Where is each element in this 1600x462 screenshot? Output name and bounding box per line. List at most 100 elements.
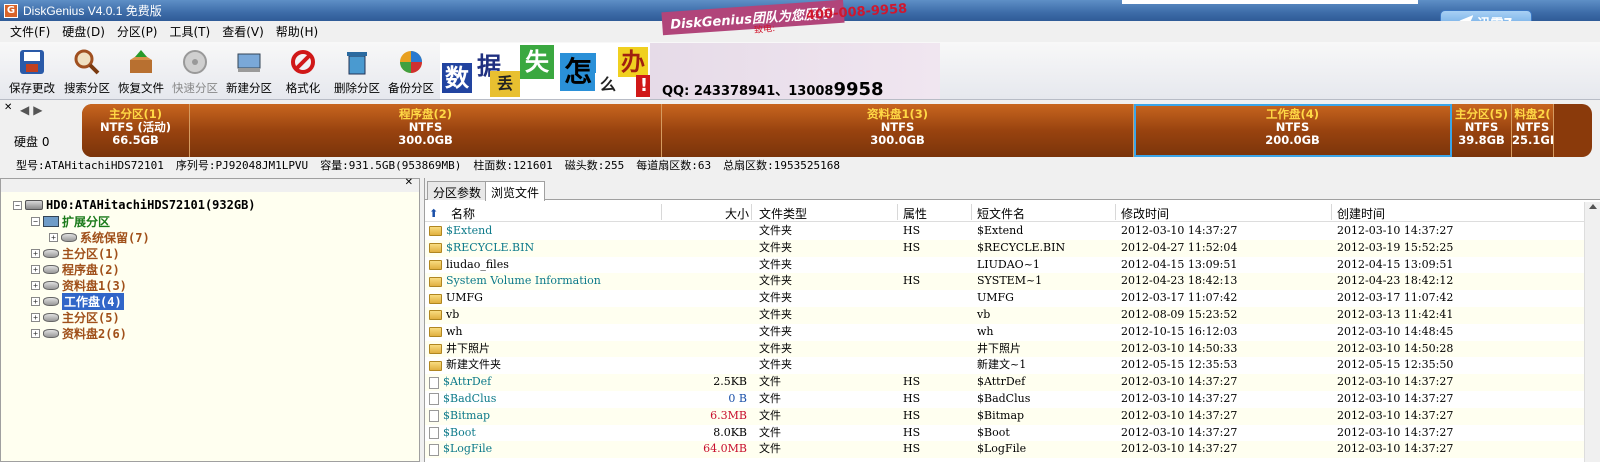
vertical-scrollbar[interactable] <box>1584 202 1600 462</box>
menu-file[interactable]: 文件(F) <box>4 23 56 40</box>
file-attr: HS <box>903 408 921 422</box>
col-modified[interactable]: 修改时间 <box>1121 205 1169 222</box>
file-name: liudao_files <box>446 257 509 271</box>
disk-nav-arrows[interactable]: ◀▶ <box>20 103 46 117</box>
close-icon[interactable]: ✕ <box>4 102 12 113</box>
file-short-name: $Bitmap <box>977 408 1025 422</box>
expand-icon[interactable]: + <box>31 296 40 306</box>
menu-disk[interactable]: 硬盘(D) <box>56 23 111 40</box>
file-icon <box>429 443 439 456</box>
tree-root-disk[interactable]: − HD0:ATAHitachiHDS72101(932GB) <box>13 197 256 213</box>
menu-view[interactable]: 查看(V) <box>216 23 270 40</box>
menu-partition[interactable]: 分区(P) <box>111 23 164 40</box>
table-row[interactable]: UMFG 文件夹 UMFG 2012-03-17 11:07:42 2012-03-17… <box>425 290 1585 307</box>
save-changes-button[interactable]: 保存更改 <box>5 45 59 97</box>
partition-block-selected[interactable]: 工作盘(4) NTFS 200.0GB <box>1134 104 1452 157</box>
col-size[interactable]: 大小 <box>725 205 749 222</box>
menu-tools[interactable]: 工具(T) <box>164 23 217 40</box>
expand-icon[interactable]: + <box>31 264 40 274</box>
file-name: $Boot <box>443 425 476 439</box>
tab-partition-params[interactable]: 分区参数 <box>427 181 488 200</box>
file-type: 文件 <box>759 442 781 456</box>
expand-icon[interactable]: + <box>49 232 58 242</box>
new-partition-button[interactable]: 新建分区 <box>222 45 276 97</box>
tab-browse-files[interactable]: 浏览文件 <box>485 181 546 201</box>
file-created: 2012-03-10 14:37:27 <box>1337 425 1454 439</box>
table-row[interactable]: $LogFile 64.0MB 文件 HS $LogFile 2012-03-10 14:… <box>425 441 1585 459</box>
recover-files-button[interactable]: 恢复文件 <box>114 45 168 97</box>
file-attr: HS <box>903 392 921 405</box>
table-row[interactable]: $AttrDef 2.5KB 文件 HS $AttrDef 2012-03-10 14:3… <box>425 374 1585 391</box>
table-row[interactable]: vb 文件夹 vb 2012-08-09 15:23:52 2012-03-13 11:… <box>425 307 1585 324</box>
close-icon[interactable]: ✕ <box>405 177 413 188</box>
table-row[interactable]: $RECYCLE.BIN 文件夹 HS $RECYCLE.BIN 2012-04-27 … <box>425 239 1585 257</box>
col-created[interactable]: 创建时间 <box>1337 205 1385 222</box>
file-name: $Bitmap <box>443 408 491 422</box>
table-row[interactable]: $Extend 文件夹 HS $Extend 2012-03-10 14:37:27 20… <box>425 223 1585 240</box>
window-title: DiskGenius V4.0.1 免费版 <box>23 4 162 18</box>
partition-icon <box>61 232 77 242</box>
tree-node-partition[interactable]: + 程序盘(2) <box>31 261 120 277</box>
col-attr[interactable]: 属性 <box>903 205 927 222</box>
info-capacity: 容量:931.5GB(953869MB) <box>320 159 462 172</box>
file-short-name: $Extend <box>977 224 1024 237</box>
format-button[interactable]: 格式化 <box>276 45 330 97</box>
expand-icon[interactable]: + <box>31 312 40 322</box>
col-type[interactable]: 文件类型 <box>759 205 807 222</box>
up-folder-icon[interactable]: ⬆ <box>429 207 438 220</box>
delete-partition-button[interactable]: 删除分区 <box>330 45 384 97</box>
format-icon <box>288 47 318 77</box>
file-created: 2012-04-23 18:42:12 <box>1337 274 1454 288</box>
scroll-up-icon[interactable] <box>1589 204 1597 209</box>
info-serial: 序列号:PJ92048JM1LPVU <box>175 159 309 172</box>
partition-block[interactable]: 主分区(5) NTFS 39.8GB <box>1452 104 1512 157</box>
new-partition-icon <box>234 47 264 77</box>
menu-help[interactable]: 帮助(H) <box>270 23 324 40</box>
folder-icon <box>429 343 442 354</box>
tree-node-partition-selected[interactable]: + 工作盘(4) <box>31 292 124 310</box>
partition-block[interactable]: 程序盘(2) NTFS 300.0GB <box>190 104 662 157</box>
tree-node-extended[interactable]: − 扩展分区 <box>31 213 110 229</box>
tree-node-partition[interactable]: + 主分区(1) <box>31 245 120 261</box>
tree-node-partition[interactable]: + 资料盘2(6) <box>31 325 127 341</box>
file-type: 文件 <box>759 375 781 389</box>
file-created: 2012-03-10 14:37:27 <box>1337 224 1454 237</box>
collapse-icon[interactable]: − <box>13 200 22 210</box>
tree-node-partition[interactable]: + 资料盘1(3) <box>31 277 127 293</box>
info-model: 型号:ATAHitachiHDS72101 <box>16 159 164 172</box>
tab-strip: 分区参数 浏览文件 <box>425 178 1600 201</box>
save-icon <box>17 47 47 77</box>
quick-partition-button[interactable]: 快速分区 <box>168 45 222 97</box>
tree-node-partition[interactable]: + 主分区(5) <box>31 309 120 325</box>
file-type: 文件 <box>759 392 781 405</box>
partition-block[interactable]: 资料盘1(3) NTFS 300.0GB <box>662 104 1134 157</box>
partition-block[interactable]: 料盘2( NTFS 25.1GI <box>1512 104 1554 157</box>
expand-icon[interactable]: + <box>31 280 40 290</box>
table-row[interactable]: liudao_files 文件夹 LIUDAO~1 2012-04-15 13:09:… <box>425 256 1585 274</box>
partition-block[interactable]: 主分区(1) NTFS (活动) 66.5GB <box>82 104 190 157</box>
file-created: 2012-03-10 14:50:28 <box>1337 341 1454 355</box>
table-row[interactable]: System Volume Information 文件夹 HS SYSTEM~1 20… <box>425 273 1585 291</box>
folder-icon <box>429 360 442 371</box>
expand-icon[interactable]: + <box>31 248 40 258</box>
table-row[interactable]: $Bitmap 6.3MB 文件 HS $Bitmap 2012-03-10 14:37:… <box>425 407 1585 425</box>
folder-icon <box>429 276 442 287</box>
file-modified: 2012-03-10 14:37:27 <box>1121 425 1238 439</box>
expand-icon[interactable]: + <box>31 328 40 338</box>
file-modified: 2012-03-10 14:37:27 <box>1121 392 1238 405</box>
search-partition-button[interactable]: 搜索分区 <box>60 45 114 97</box>
table-row[interactable]: $BadClus 0 B 文件 HS $BadClus 2012-03-10 14:37:… <box>425 391 1585 408</box>
table-row[interactable]: 井下照片 文件夹 井下照片 2012-03-10 14:50:33 2012-03-10… <box>425 340 1585 358</box>
folder-icon <box>429 310 442 321</box>
backup-partition-button[interactable]: 备份分区 <box>384 45 438 97</box>
col-name[interactable]: 名称 <box>451 205 475 222</box>
file-created: 2012-05-15 12:35:50 <box>1337 358 1454 372</box>
table-row[interactable]: wh 文件夹 wh 2012-10-15 16:12:03 2012-03-10 14:… <box>425 323 1585 341</box>
tree-node-reserved[interactable]: + 系统保留(7) <box>49 229 150 245</box>
col-short-name[interactable]: 短文件名 <box>977 205 1025 222</box>
file-name: $BadClus <box>443 392 497 405</box>
table-row[interactable]: $Boot 8.0KB 文件 HS $Boot 2012-03-10 14:37:27 20… <box>425 424 1585 442</box>
table-row[interactable]: 新建文件夹 文件夹 新建文~1 2012-05-15 12:35:53 2012-05-… <box>425 357 1585 375</box>
collapse-icon[interactable]: − <box>31 216 40 226</box>
file-name: wh <box>446 324 463 338</box>
